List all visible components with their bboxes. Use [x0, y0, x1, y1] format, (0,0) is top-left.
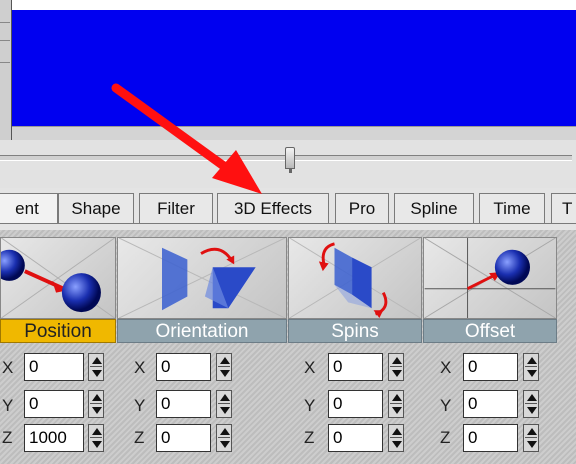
orientation-x-input[interactable]: 0 [156, 353, 211, 381]
label-position[interactable]: Position [0, 319, 116, 343]
axis-label-y: Y [2, 396, 14, 415]
axis-label-z: Z [440, 428, 451, 447]
axis-label-y: Y [440, 396, 452, 415]
axis-label-x: X [2, 358, 14, 377]
tab-movement[interactable]: ent [0, 193, 58, 223]
position-y-stepper[interactable] [88, 390, 104, 418]
axis-label-y: Y [304, 396, 316, 415]
position-z-stepper[interactable] [88, 424, 104, 452]
offset-z-stepper[interactable] [523, 424, 539, 452]
tab-filter[interactable]: Filter [139, 193, 213, 223]
top-strip [0, 0, 576, 10]
axis-label-x: X [134, 358, 146, 377]
spins-z-stepper[interactable] [388, 424, 404, 452]
spins-y-stepper[interactable] [388, 390, 404, 418]
spins-x-input[interactable]: 0 [328, 353, 383, 381]
orientation-y-stepper[interactable] [216, 390, 232, 418]
spins-x-stepper[interactable] [388, 353, 404, 381]
axis-label-z: Z [304, 428, 315, 447]
axis-label-x: X [304, 358, 316, 377]
position-x-stepper[interactable] [88, 353, 104, 381]
spins-y-input[interactable]: 0 [328, 390, 383, 418]
position-z-input[interactable]: 1000 [24, 424, 84, 452]
orientation-z-stepper[interactable] [216, 424, 232, 452]
axis-label-z: Z [134, 428, 145, 447]
axis-label-y: Y [134, 396, 146, 415]
offset-x-stepper[interactable] [523, 353, 539, 381]
orientation-icon[interactable] [117, 237, 287, 319]
timeline-slider-thumb[interactable] [285, 147, 295, 173]
tab-pro[interactable]: Pro [335, 193, 389, 223]
tab-shape[interactable]: Shape [58, 193, 134, 223]
orientation-z-input[interactable]: 0 [156, 424, 211, 452]
preview-footer [12, 126, 576, 141]
left-panel-edge [0, 0, 12, 145]
label-spins[interactable]: Spins [288, 319, 422, 343]
offset-x-input[interactable]: 0 [463, 353, 518, 381]
tab-3d-effects[interactable]: 3D Effects [217, 193, 329, 223]
label-orientation[interactable]: Orientation [117, 319, 287, 343]
preview-canvas [12, 10, 576, 126]
position-y-input[interactable]: 0 [24, 390, 84, 418]
position-icon[interactable] [0, 237, 116, 319]
orientation-y-input[interactable]: 0 [156, 390, 211, 418]
tab-spline[interactable]: Spline [394, 193, 474, 223]
position-x-input[interactable]: 0 [24, 353, 84, 381]
offset-y-input[interactable]: 0 [463, 390, 518, 418]
orientation-x-stepper[interactable] [216, 353, 232, 381]
tab-t[interactable]: T [551, 193, 576, 223]
offset-icon[interactable] [423, 237, 557, 319]
tab-time[interactable]: Time [479, 193, 545, 223]
spins-icon[interactable] [288, 237, 422, 319]
offset-y-stepper[interactable] [523, 390, 539, 418]
offset-z-input[interactable]: 0 [463, 424, 518, 452]
label-offset[interactable]: Offset [423, 319, 557, 343]
axis-label-x: X [440, 358, 452, 377]
axis-label-z: Z [2, 428, 13, 447]
spins-z-input[interactable]: 0 [328, 424, 383, 452]
